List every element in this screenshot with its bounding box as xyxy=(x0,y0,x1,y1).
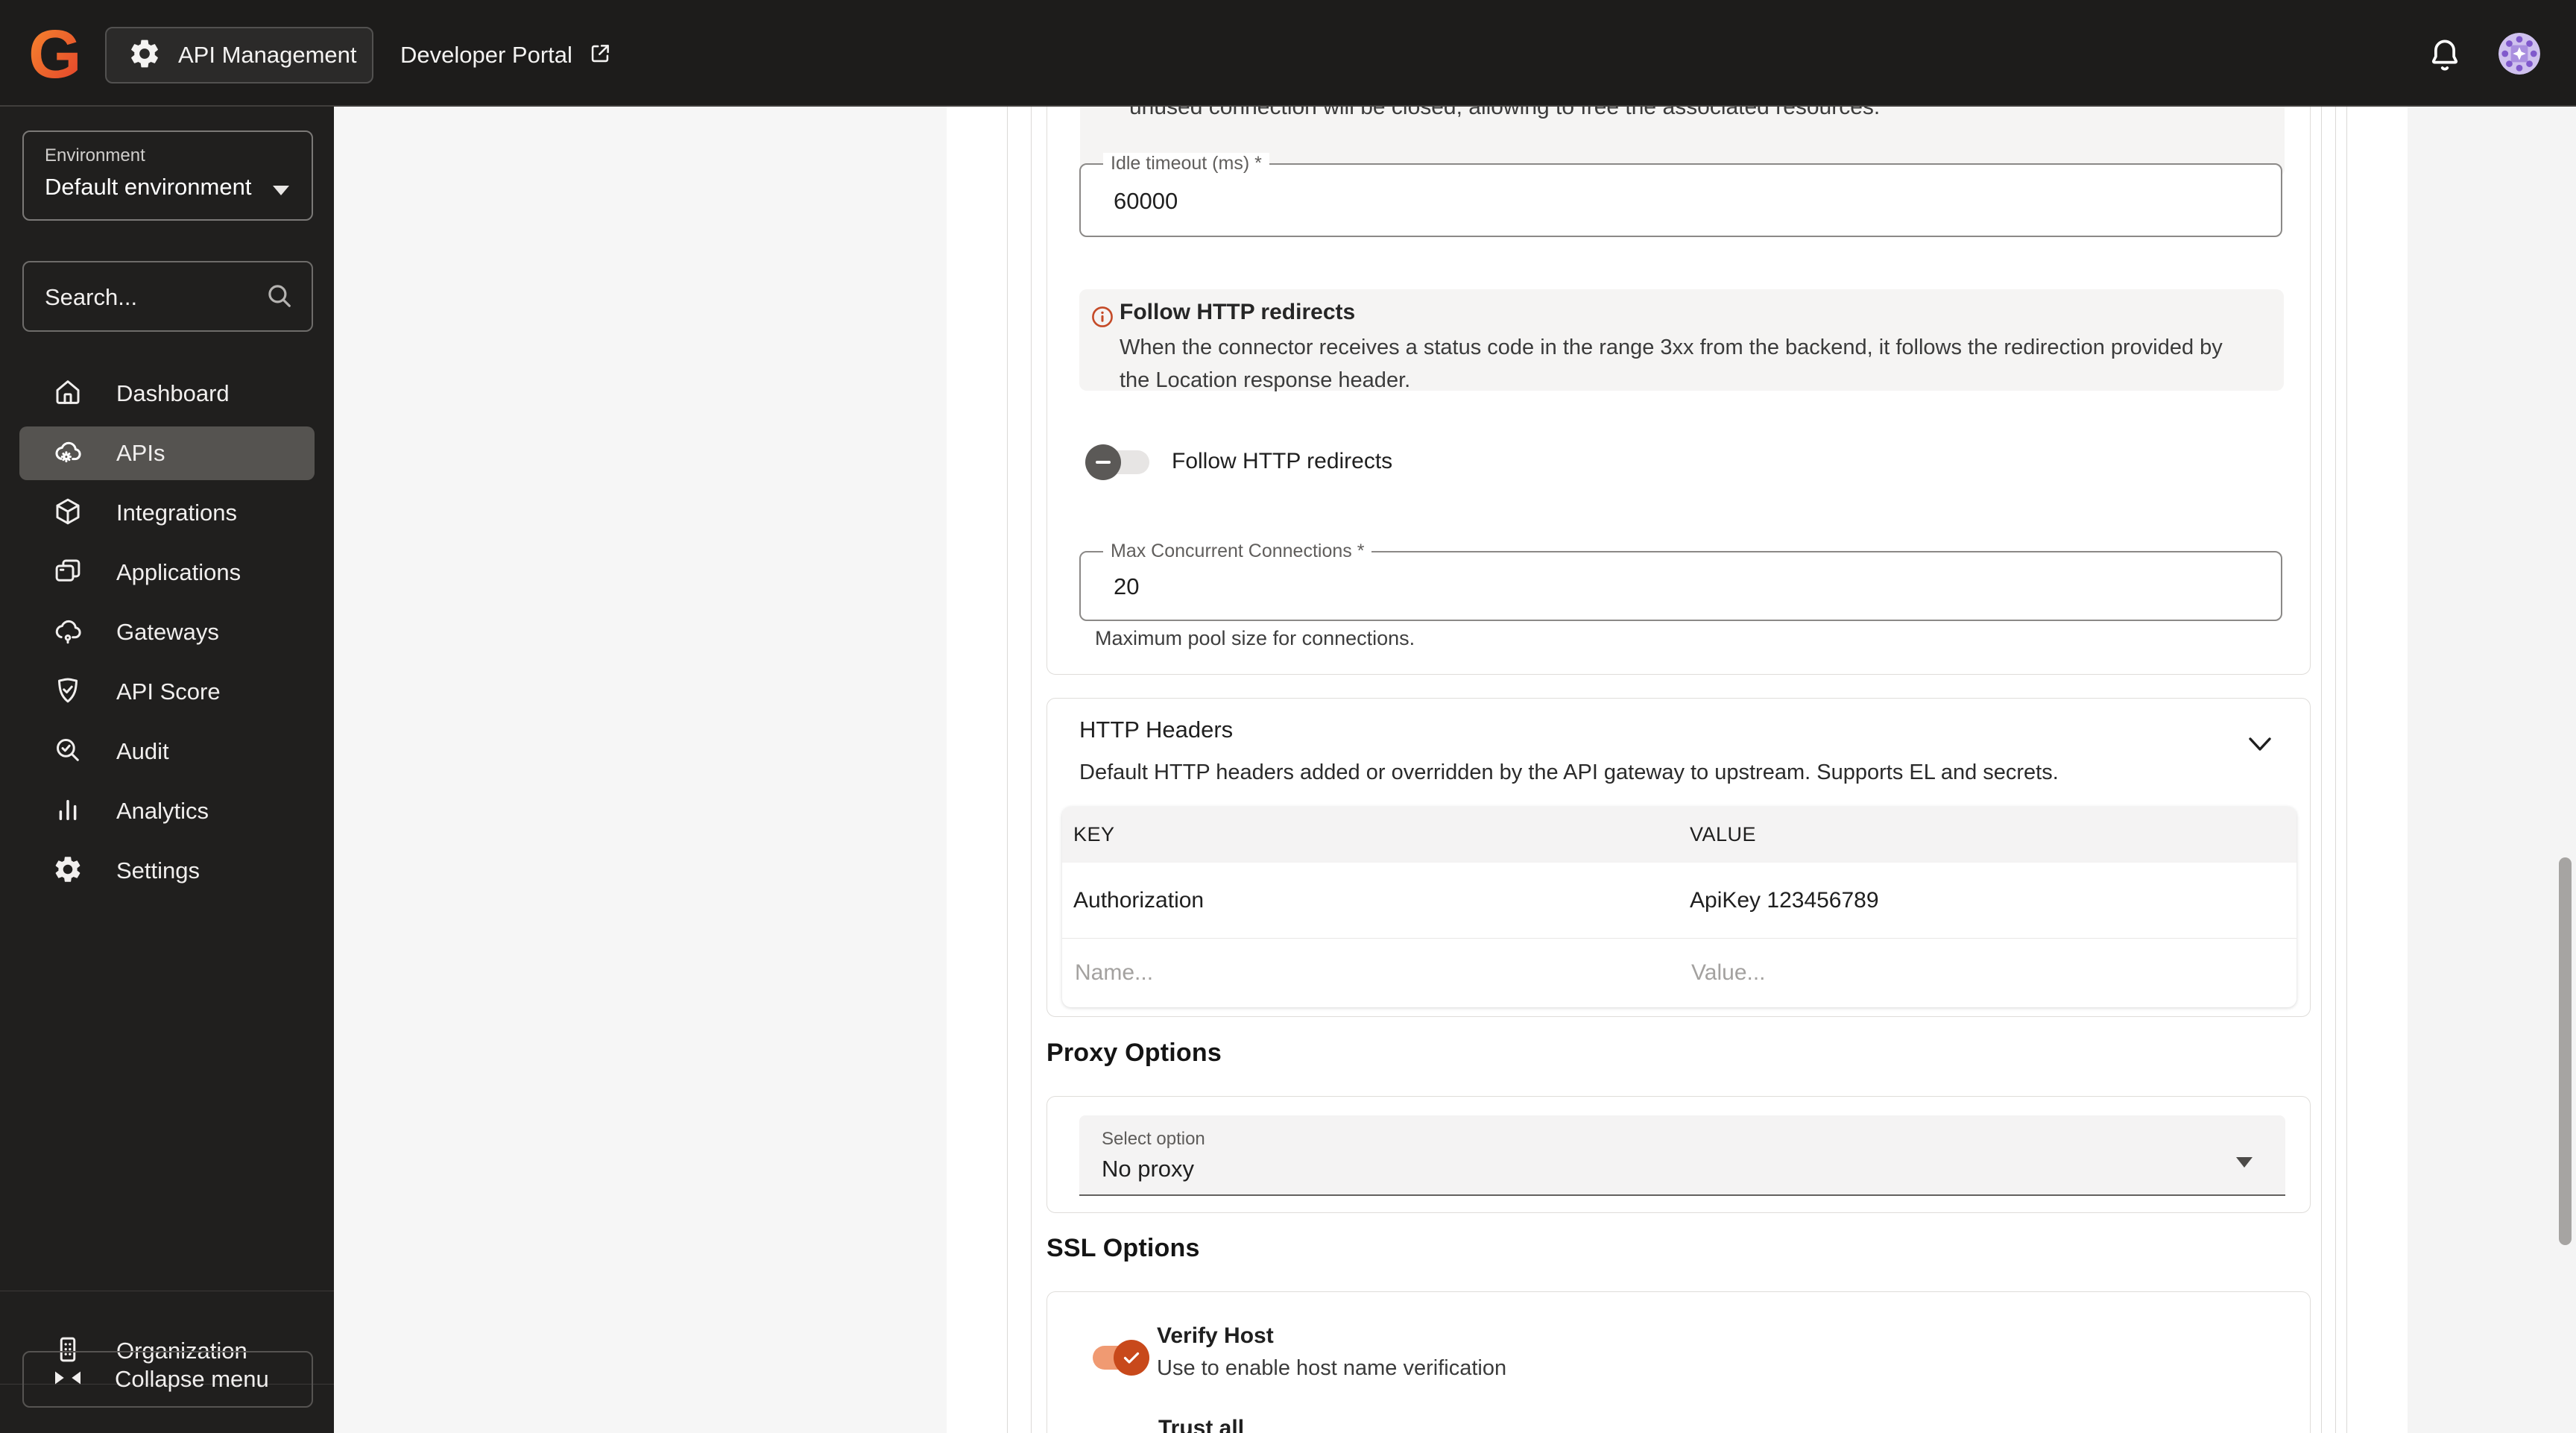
sidebar-item-label: Audit xyxy=(116,738,169,764)
svg-text:G: G xyxy=(28,16,82,91)
header-key-cell[interactable]: Authorization xyxy=(1062,888,1679,913)
max-connections-field: Max Concurrent Connections * xyxy=(1079,541,2282,621)
column-header-value: VALUE xyxy=(1690,823,1757,845)
api-management-label: API Management xyxy=(178,42,357,68)
idle-timeout-input[interactable] xyxy=(1112,165,2135,237)
sidebar-item-applications[interactable]: Applications xyxy=(0,543,334,602)
search-icon[interactable] xyxy=(264,280,295,315)
follow-redirects-toggle-label: Follow HTTP redirects xyxy=(1172,449,1393,473)
sidebar: Environment Default environment Das xyxy=(0,107,334,1433)
check-icon xyxy=(1114,1340,1149,1376)
app-window: G API Management Developer Portal Enviro… xyxy=(0,0,2576,1433)
idle-timeout-field: Idle timeout (ms) * xyxy=(1079,153,2282,237)
magnifier-check-icon xyxy=(52,734,83,769)
content-panel: unused connection will be closed, allowi… xyxy=(947,107,2408,1433)
new-header-value-input[interactable] xyxy=(1690,960,2239,986)
container-border-right xyxy=(2346,107,2347,1433)
proxy-select-value: No proxy xyxy=(1102,1156,1195,1182)
header-value-cell[interactable]: ApiKey 123456789 xyxy=(1679,888,2296,913)
container-border-left xyxy=(1007,107,1008,1433)
search-input[interactable] xyxy=(43,262,270,332)
gravitee-logo-icon[interactable]: G xyxy=(27,16,94,92)
sidebar-item-dashboard[interactable]: Dashboard xyxy=(0,364,334,423)
chevron-down-icon xyxy=(273,186,289,195)
sidebar-item-integrations[interactable]: Integrations xyxy=(0,483,334,543)
redirect-info-body: When the connector receives a status cod… xyxy=(1120,336,2223,392)
ssl-options-heading: SSL Options xyxy=(1046,1234,1200,1262)
proxy-select-label: Select option xyxy=(1102,1129,1205,1149)
user-avatar[interactable] xyxy=(2498,33,2540,75)
right-gutter xyxy=(2408,107,2576,1433)
chevron-down-icon[interactable] xyxy=(2248,736,2272,756)
sidebar-item-gateways[interactable]: Gateways xyxy=(0,602,334,662)
connection-note-text: unused connection will be closed, allowi… xyxy=(1129,107,1881,119)
gear-icon xyxy=(127,37,162,75)
sidebar-item-label: Analytics xyxy=(116,798,209,824)
sidebar-item-settings[interactable]: Settings xyxy=(0,841,334,901)
max-connections-input[interactable] xyxy=(1112,552,2135,621)
max-connections-helper: Maximum pool size for connections. xyxy=(1095,627,1415,649)
sidebar-item-analytics[interactable]: Analytics xyxy=(0,781,334,841)
verify-host-toggle[interactable] xyxy=(1085,1340,1149,1376)
verify-host-description: Use to enable host name verification xyxy=(1157,1356,1507,1380)
gear-icon xyxy=(52,854,83,889)
collapse-menu-button[interactable]: Collapse menu xyxy=(22,1351,313,1408)
environment-select[interactable]: Environment Default environment xyxy=(22,130,313,221)
notifications-bell-icon[interactable] xyxy=(2424,33,2466,78)
home-icon xyxy=(52,377,83,412)
table-header-row: KEY VALUE xyxy=(1062,807,2296,863)
sidebar-item-label: API Score xyxy=(116,678,221,705)
http-headers-table: KEY VALUE Authorization ApiKey 123456789 xyxy=(1062,807,2296,1007)
top-bar: G API Management Developer Portal xyxy=(0,0,2576,107)
http-headers-title: HTTP Headers xyxy=(1079,716,1234,743)
developer-portal-link[interactable]: Developer Portal xyxy=(400,27,613,84)
http-headers-description: Default HTTP headers added or overridden… xyxy=(1079,760,2059,784)
sidebar-item-label: Gateways xyxy=(116,619,219,645)
sidebar-item-apis[interactable]: APIs xyxy=(0,423,334,483)
verify-host-title: Verify Host xyxy=(1157,1323,1274,1348)
sidebar-search xyxy=(22,261,313,332)
column-header-key: KEY xyxy=(1073,823,1115,845)
cloud-gear-icon xyxy=(52,436,83,471)
api-management-button[interactable]: API Management xyxy=(105,27,373,84)
sidebar-item-label: Dashboard xyxy=(116,380,230,406)
trust-all-title: Trust all xyxy=(1158,1416,1245,1433)
table-row: Authorization ApiKey 123456789 xyxy=(1062,863,2296,938)
container-border-right-mid xyxy=(2335,107,2336,1433)
collapse-menu-label: Collapse menu xyxy=(115,1366,269,1392)
proxy-select[interactable]: Select option No proxy xyxy=(1079,1115,2285,1196)
follow-redirects-toggle[interactable] xyxy=(1085,444,1149,480)
external-link-icon xyxy=(587,41,613,70)
sidebar-nav: Dashboard APIs Integrations Applications… xyxy=(0,364,334,901)
vertical-scrollbar[interactable] xyxy=(2559,857,2572,1245)
redirect-info-title: Follow HTTP redirects xyxy=(1120,300,1356,324)
sidebar-item-label: Settings xyxy=(116,857,201,884)
cube-icon xyxy=(52,496,83,531)
left-gutter xyxy=(334,107,947,1433)
info-icon xyxy=(1091,306,1114,332)
new-header-name-input[interactable] xyxy=(1073,960,1621,986)
shield-check-icon xyxy=(52,675,83,710)
proxy-options-heading: Proxy Options xyxy=(1046,1039,1222,1067)
container-border-right-inner xyxy=(2321,107,2322,1433)
table-new-row xyxy=(1062,938,2296,1007)
developer-portal-label: Developer Portal xyxy=(400,42,572,68)
minus-icon xyxy=(1096,461,1111,464)
cloud-node-icon xyxy=(52,615,83,650)
redirect-info-box: Follow HTTP redirects When the connector… xyxy=(1079,289,2284,392)
sidebar-item-audit[interactable]: Audit xyxy=(0,722,334,781)
dropdown-arrow-icon xyxy=(2236,1157,2253,1168)
sidebar-item-api-score[interactable]: API Score xyxy=(0,662,334,722)
environment-label: Environment xyxy=(45,145,145,166)
stacked-windows-icon xyxy=(52,555,83,590)
sidebar-item-label: Integrations xyxy=(116,500,237,526)
bar-chart-icon xyxy=(52,794,83,829)
sidebar-item-label: Applications xyxy=(116,559,242,585)
collapse-icon xyxy=(55,1370,80,1390)
sidebar-item-label: APIs xyxy=(116,440,165,466)
environment-value: Default environment xyxy=(45,174,252,200)
container-border-left-inner xyxy=(1031,107,1032,1433)
